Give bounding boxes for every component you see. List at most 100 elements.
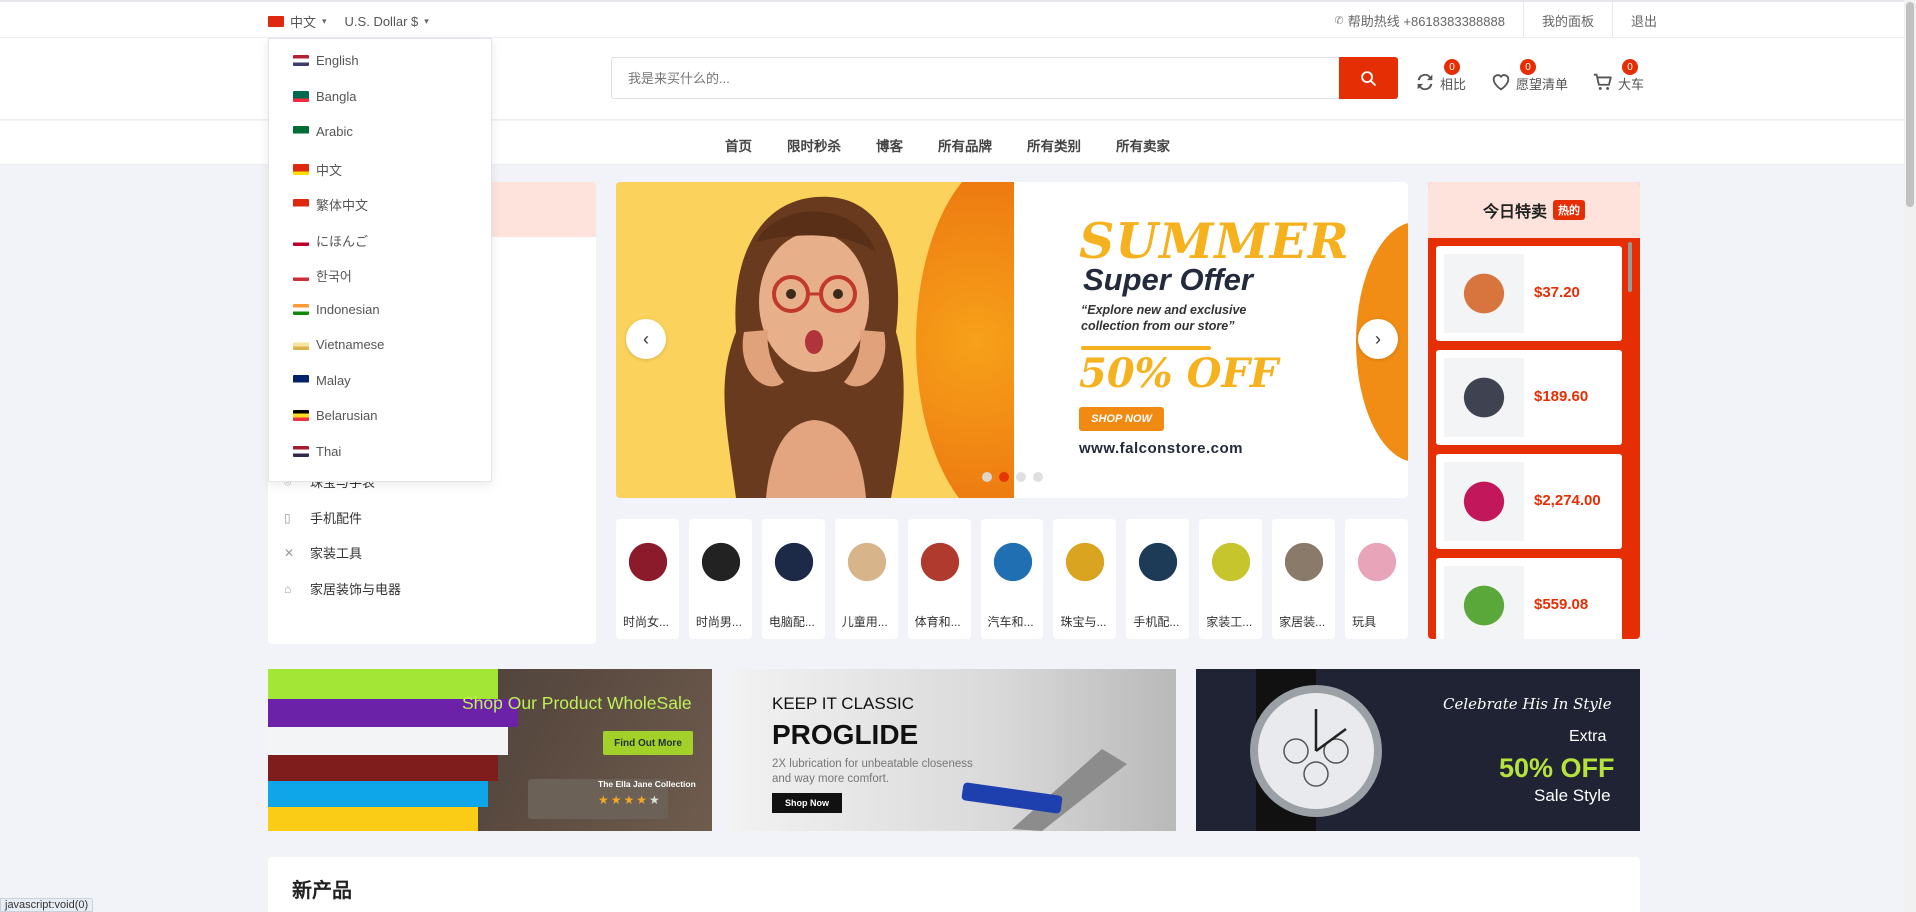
find-out-more-button[interactable]: Find Out More	[603, 731, 693, 755]
language-option-label: Malay	[316, 372, 351, 388]
sidebar-item-label: 手机配件	[310, 511, 363, 526]
category-card[interactable]: 体育和...	[907, 519, 971, 639]
language-option-label: Bangla	[316, 88, 357, 104]
slider-dots	[982, 472, 1043, 482]
slide-url: www.falconstore.com	[1079, 440, 1243, 457]
deals-scrollbar[interactable]	[1628, 242, 1632, 292]
language-option[interactable]: にほんご	[293, 231, 368, 250]
category-card[interactable]: 家装工...	[1199, 519, 1263, 639]
currency-selector[interactable]: U.S. Dollar $ ▾	[345, 14, 429, 29]
language-dropdown: English Bangla Arabic 中文繁体中文にほんご 한국어 Indonesi…	[268, 38, 492, 482]
search-button[interactable]	[1339, 57, 1398, 99]
wishlist-link[interactable]: 0 愿望清单	[1490, 57, 1568, 99]
category-card[interactable]: 玩具	[1345, 519, 1408, 639]
category-card-label: 体育和...	[914, 615, 961, 629]
sidebar-item-phone-accessories[interactable]: ▯ 手机配件	[284, 508, 362, 527]
category-card[interactable]: 家居装...	[1272, 519, 1336, 639]
search-bar	[611, 57, 1398, 99]
nav-home[interactable]: 首页	[725, 135, 752, 155]
banner-model-image	[724, 196, 904, 498]
language-option[interactable]: Belarusian	[293, 408, 377, 423]
nav-categories[interactable]: 所有类别	[1027, 135, 1081, 155]
nav-blog[interactable]: 博客	[876, 135, 903, 155]
flag-icon	[293, 90, 309, 102]
category-strip: 时尚女... 时尚男... 电脑配... 儿童用... 体育和... 汽车和... 珠宝与.…	[616, 519, 1408, 639]
deal-card[interactable]: $2,274.00	[1436, 454, 1622, 549]
deal-card[interactable]: $559.08	[1436, 558, 1622, 639]
todays-deals: 今日特卖 热的 $37.20 $189.60 $2,274.00 $559.08	[1428, 182, 1640, 639]
category-card[interactable]: 手机配...	[1126, 519, 1190, 639]
search-input[interactable]	[611, 57, 1339, 99]
compare-icon	[1417, 73, 1433, 91]
slider-dot[interactable]	[1033, 472, 1043, 482]
deal-price: $559.08	[1534, 596, 1589, 613]
category-card-label: 家居装...	[1279, 615, 1326, 629]
china-flag-icon	[268, 16, 284, 27]
category-card-label: 玩具	[1352, 615, 1377, 629]
category-card-label: 手机配...	[1133, 615, 1180, 629]
slider-dot[interactable]	[1016, 472, 1026, 482]
language-option[interactable]: 中文	[293, 160, 342, 179]
logout-link[interactable]: 退出	[1611, 2, 1675, 38]
language-option[interactable]: 繁体中文	[293, 195, 368, 214]
star-rating-icon: ★★★★★	[598, 793, 662, 807]
deal-card[interactable]: $189.60	[1436, 350, 1622, 445]
language-option[interactable]: Thai	[293, 444, 341, 459]
tools-icon: ✕	[284, 545, 295, 560]
nav-flash-sale[interactable]: 限时秒杀	[787, 135, 841, 155]
category-image	[1205, 535, 1258, 595]
promo3-extra: Extra	[1569, 728, 1607, 745]
header-icons: 0 相比 0 愿望清单 0 大车	[1414, 57, 1644, 99]
top-bar-left: 中文 ▾ U.S. Dollar $ ▾	[268, 12, 429, 31]
deal-product-image	[1444, 566, 1524, 639]
scrollbar-thumb[interactable]	[1906, 2, 1914, 207]
category-image	[913, 535, 966, 595]
deal-card[interactable]: $37.20	[1436, 246, 1622, 341]
slider-dot[interactable]	[982, 472, 992, 482]
hot-badge: 热的	[1553, 200, 1585, 220]
category-card-label: 电脑配...	[768, 615, 815, 629]
slider-next-button[interactable]: ›	[1358, 319, 1398, 359]
sidebar-item-tools[interactable]: ✕ 家装工具	[284, 543, 362, 562]
category-image	[1059, 535, 1112, 595]
language-option[interactable]: Vietnamese	[293, 337, 384, 352]
page-scrollbar[interactable]	[1904, 0, 1916, 912]
promo-banner-proglide[interactable]: KEEP IT CLASSIC PROGLIDE 2X lubrication …	[732, 669, 1176, 831]
language-label: 中文	[290, 15, 317, 30]
compare-link[interactable]: 0 相比	[1414, 57, 1466, 99]
promo-banner-wholesale[interactable]: Shop Our Product WholeSale Find Out More…	[268, 669, 712, 831]
category-card[interactable]: 电脑配...	[761, 519, 825, 639]
shop-now-button[interactable]: SHOP NOW	[1079, 407, 1164, 431]
language-option[interactable]: Indonesian	[293, 302, 380, 317]
slider-dot[interactable]	[999, 472, 1009, 482]
slider-prev-button[interactable]: ‹	[626, 319, 666, 359]
slide-description: “Explore new and exclusive collection fr…	[1081, 303, 1247, 333]
promo3-sale-style: Sale Style	[1534, 786, 1611, 805]
cart-link[interactable]: 0 大车	[1592, 57, 1644, 99]
language-option[interactable]: 한국어	[293, 266, 352, 285]
nav-brands[interactable]: 所有品牌	[938, 135, 992, 155]
category-card[interactable]: 儿童用...	[834, 519, 898, 639]
home-decor-icon: ⌂	[284, 581, 292, 596]
chevron-right-icon: ›	[1375, 328, 1381, 349]
flag-icon	[293, 270, 309, 281]
category-image	[986, 535, 1039, 595]
promo3-discount: 50% OFF	[1499, 753, 1615, 783]
nav-sellers[interactable]: 所有卖家	[1116, 135, 1170, 155]
language-option[interactable]: Arabic	[293, 124, 353, 139]
category-image	[622, 535, 674, 595]
language-option[interactable]: English	[293, 53, 359, 68]
cart-icon	[1593, 73, 1612, 90]
category-card-label: 时尚女...	[623, 615, 670, 629]
dashboard-link[interactable]: 我的面板	[1522, 2, 1612, 38]
category-card[interactable]: 时尚男...	[688, 519, 752, 639]
category-card[interactable]: 珠宝与...	[1053, 519, 1117, 639]
language-selector[interactable]: 中文 ▾	[268, 12, 327, 31]
language-option[interactable]: Malay	[293, 373, 351, 388]
language-option[interactable]: Bangla	[293, 89, 356, 104]
sidebar-item-home-decor[interactable]: ⌂ 家居装饰与电器	[284, 579, 401, 598]
category-card[interactable]: 时尚女...	[616, 519, 679, 639]
category-card[interactable]: 汽车和...	[980, 519, 1044, 639]
promo-banner-watch[interactable]: Celebrate His In Style Extra 50% OFF Sal…	[1196, 669, 1640, 831]
search-icon	[1361, 70, 1376, 86]
